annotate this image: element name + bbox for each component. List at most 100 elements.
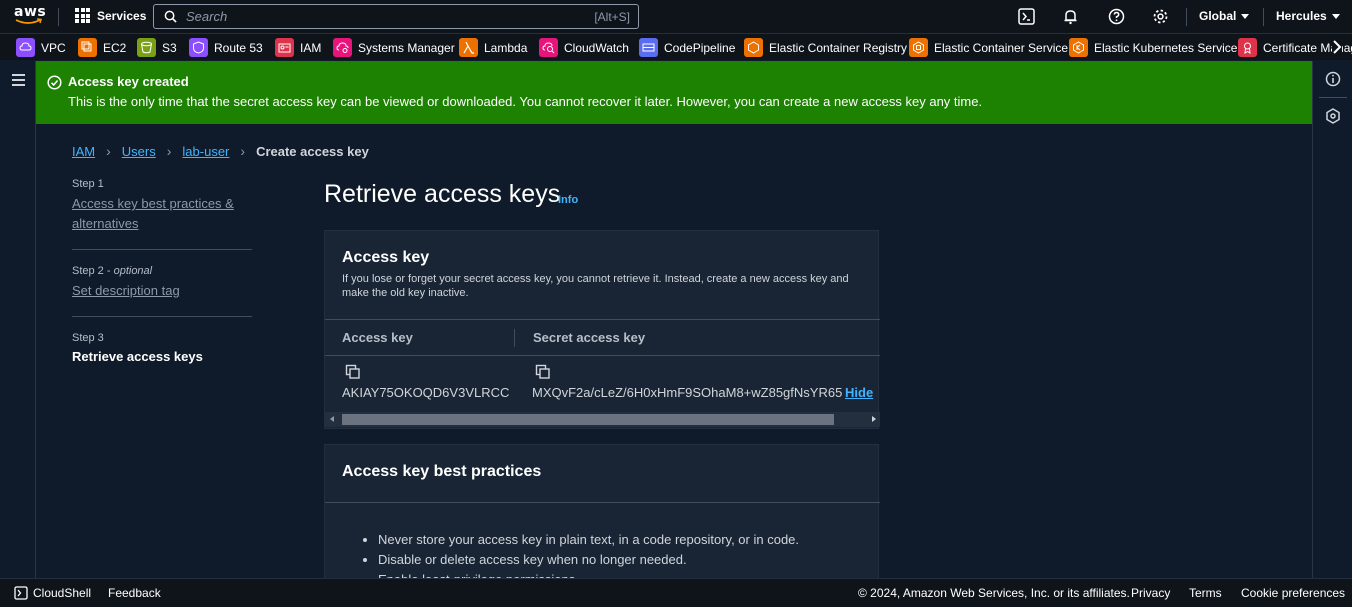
list-item: Enable least-privilege permissions. — [378, 570, 799, 578]
cloudshell-link[interactable]: CloudShell — [33, 586, 91, 600]
column-header-secret-key: Secret access key — [533, 330, 646, 345]
step-1-label: Step 1 — [72, 178, 104, 190]
cloudwatch-icon — [539, 38, 558, 57]
region-selector[interactable]: Global — [1199, 9, 1250, 23]
column-header-access-key: Access key — [342, 330, 413, 345]
account-menu[interactable]: Hercules — [1276, 9, 1340, 23]
chevron-down-icon — [1241, 14, 1250, 19]
services-label: Services — [97, 8, 147, 23]
favorite-s3[interactable]: S3 — [137, 38, 177, 57]
divider — [58, 8, 59, 26]
top-navigation: aws Services [Alt+S] Global Hercules — [0, 0, 1352, 33]
info-link[interactable]: Info — [558, 194, 578, 206]
secret-key-value: MXQvF2a/cLeZ/6H0xHmF9SOhaM8+wZ85gfNsYR65 — [532, 385, 843, 400]
step-2-link[interactable]: Set description tag — [72, 281, 252, 301]
access-key-description: If you lose or forget your secret access… — [342, 273, 849, 299]
grid-icon — [75, 8, 90, 23]
access-key-value: AKIAY75OKOQD6V3VLRCC — [342, 385, 510, 400]
feedback-link[interactable]: Feedback — [108, 586, 161, 600]
breadcrumb-current: Create access key — [256, 143, 369, 159]
hexagon-icon[interactable] — [1325, 108, 1341, 124]
hide-secret-button[interactable]: Hide — [845, 385, 873, 400]
favorite-ecs[interactable]: Elastic Container Service — [909, 38, 1068, 57]
favorite-cloudwatch[interactable]: CloudWatch — [539, 38, 629, 57]
aws-logo[interactable]: aws — [14, 5, 48, 29]
best-practices-card: Access key best practices Never store yo… — [324, 444, 880, 578]
privacy-link[interactable]: Privacy — [1131, 586, 1170, 600]
divider — [72, 249, 252, 250]
terms-link[interactable]: Terms — [1189, 586, 1222, 600]
systems-manager-icon — [333, 38, 352, 57]
breadcrumb-lab-user[interactable]: lab-user — [182, 144, 229, 159]
search-icon — [164, 10, 177, 23]
copyright-text: © 2024, Amazon Web Services, Inc. or its… — [858, 586, 1130, 600]
search-box[interactable]: [Alt+S] — [153, 4, 639, 29]
notifications-bell-icon[interactable] — [1062, 8, 1079, 25]
scrollbar-thumb[interactable] — [342, 414, 834, 425]
search-input[interactable] — [186, 9, 576, 24]
best-practices-list: Never store your access key in plain tex… — [361, 530, 799, 578]
favorite-systems-manager[interactable]: Systems Manager — [333, 38, 455, 57]
vpc-icon — [16, 38, 35, 57]
favorites-bar: VPC EC2 S3 Route 53 IAM Systems Manager … — [0, 33, 1352, 60]
s3-bucket-icon — [137, 38, 156, 57]
route53-icon — [189, 38, 208, 57]
services-menu-button[interactable]: Services — [75, 8, 146, 23]
divider — [72, 316, 252, 317]
chevron-down-icon — [1331, 14, 1340, 19]
info-icon[interactable] — [1325, 71, 1341, 87]
favorite-vpc[interactable]: VPC — [16, 38, 66, 57]
scroll-right-icon[interactable] — [872, 416, 876, 422]
page-title: Retrieve access keys — [324, 180, 561, 208]
chevron-right-icon[interactable] — [1332, 40, 1342, 54]
help-icon[interactable] — [1108, 8, 1125, 25]
cookie-preferences-link[interactable]: Cookie preferences — [1241, 586, 1345, 600]
breadcrumb-users[interactable]: Users — [122, 144, 156, 159]
settings-gear-icon[interactable] — [1152, 8, 1169, 25]
ecr-icon — [744, 38, 763, 57]
step-1-link[interactable]: Access key best practices & alternatives — [72, 194, 252, 234]
copy-icon[interactable] — [535, 364, 551, 380]
list-item: Disable or delete access key when no lon… — [378, 550, 799, 570]
favorite-ec2[interactable]: EC2 — [78, 38, 126, 57]
scroll-left-icon[interactable] — [330, 416, 334, 422]
copy-icon[interactable] — [345, 364, 361, 380]
menu-hamburger-icon[interactable] — [12, 74, 25, 89]
breadcrumb: IAM › Users › lab-user › Create access k… — [72, 143, 369, 159]
step-2-label: Step 2 - optional — [72, 265, 153, 277]
favorite-lambda[interactable]: Lambda — [459, 38, 527, 57]
chevron-right-icon: › — [240, 143, 246, 159]
eks-icon — [1069, 38, 1088, 57]
cloudshell-icon[interactable] — [14, 586, 28, 600]
flash-title: Access key created — [68, 74, 189, 89]
favorite-codepipeline[interactable]: CodePipeline — [639, 38, 735, 57]
favorite-route53[interactable]: Route 53 — [189, 38, 263, 57]
chevron-right-icon: › — [166, 143, 172, 159]
cloudshell-icon[interactable] — [1018, 8, 1035, 25]
favorite-ecr[interactable]: Elastic Container Registry — [744, 38, 907, 57]
region-label: Global — [1199, 9, 1237, 23]
account-label: Hercules — [1276, 9, 1327, 23]
flash-message: This is the only time that the secret ac… — [68, 94, 983, 109]
list-item: Never store your access key in plain tex… — [378, 530, 799, 550]
favorite-iam[interactable]: IAM — [275, 38, 321, 57]
iam-icon — [275, 38, 294, 57]
ec2-icon — [78, 38, 97, 57]
step-3-label: Step 3 — [72, 332, 104, 344]
codepipeline-icon — [639, 38, 658, 57]
breadcrumb-iam[interactable]: IAM — [72, 144, 95, 159]
best-practices-heading: Access key best practices — [342, 463, 542, 480]
divider — [325, 502, 880, 503]
tools-rail — [1312, 61, 1352, 578]
wizard-steps: Step 1 Access key best practices & alter… — [72, 178, 252, 364]
horizontal-scrollbar[interactable] — [325, 412, 880, 427]
side-navigation-rail — [0, 61, 36, 578]
divider — [1319, 97, 1347, 98]
divider — [1263, 8, 1264, 26]
aws-logo-text: aws — [14, 4, 47, 20]
success-flash-banner: Access key created This is the only time… — [36, 61, 1312, 124]
main-content: IAM › Users › lab-user › Create access k… — [37, 124, 1312, 578]
certificate-manager-icon — [1238, 38, 1257, 57]
favorite-eks[interactable]: Elastic Kubernetes Service — [1069, 38, 1237, 57]
divider — [514, 329, 515, 347]
